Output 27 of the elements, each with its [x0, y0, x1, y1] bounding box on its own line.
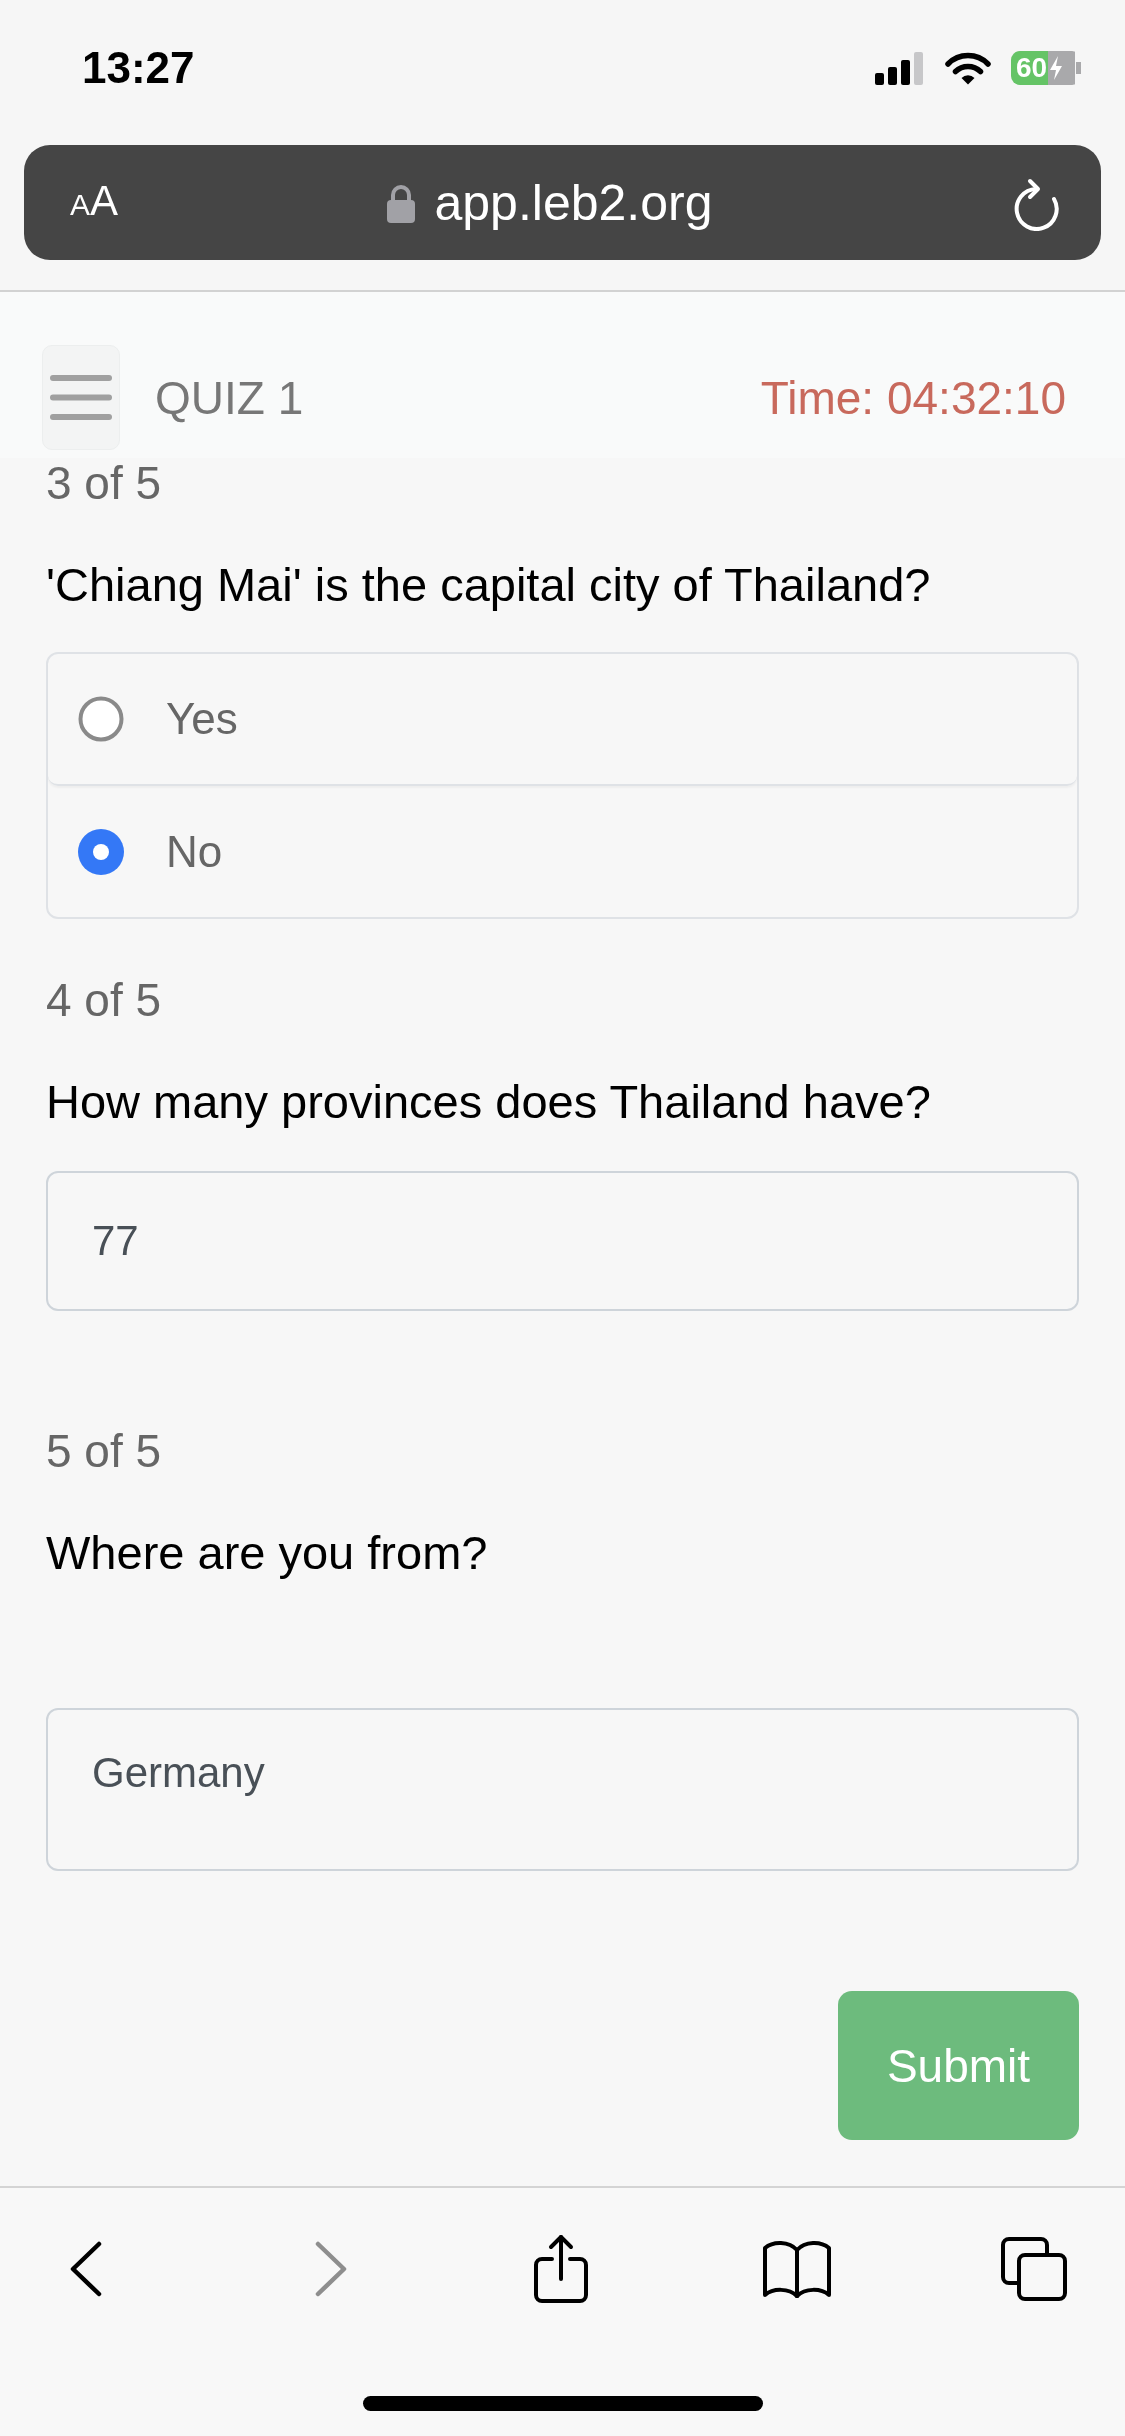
timer: Time: 04:32:10 [760, 370, 1066, 425]
radio-icon[interactable] [78, 828, 124, 875]
charging-bolt-icon [1049, 56, 1064, 80]
lock-icon [386, 182, 415, 223]
question-counter: 3 of 5 [46, 458, 163, 508]
answer-option[interactable]: Yes [48, 654, 1077, 786]
chevron-left-icon[interactable] [70, 2241, 102, 2297]
radio-icon[interactable] [78, 696, 124, 742]
url-text[interactable]: app.leb2.org [434, 173, 713, 232]
tabs-icon[interactable] [1000, 2236, 1068, 2302]
question-text: Where are you from? [46, 1526, 489, 1580]
battery-percent: 60 [1016, 53, 1048, 83]
question-counter: 4 of 5 [46, 975, 163, 1025]
text-size-button[interactable]: AA [70, 177, 119, 228]
menu-icon [50, 374, 112, 421]
signal-icon [875, 51, 925, 85]
status-time: 13:27 [82, 43, 195, 93]
quiz-title: QUIZ 1 [155, 370, 304, 425]
answer-field[interactable]: Germany [46, 1708, 1079, 1871]
question-text: 'Chiang Mai' is the capital city of Thailand? [46, 558, 932, 612]
book-icon[interactable] [761, 2238, 833, 2300]
question-counter: 5 of 5 [46, 1426, 163, 1476]
wifi-icon [945, 51, 991, 85]
answer-field[interactable]: 77 [46, 1171, 1079, 1311]
answer-option[interactable]: No [48, 786, 1077, 917]
share-icon[interactable] [532, 2233, 590, 2305]
question-text: How many provinces does Thailand have? [46, 1075, 932, 1129]
